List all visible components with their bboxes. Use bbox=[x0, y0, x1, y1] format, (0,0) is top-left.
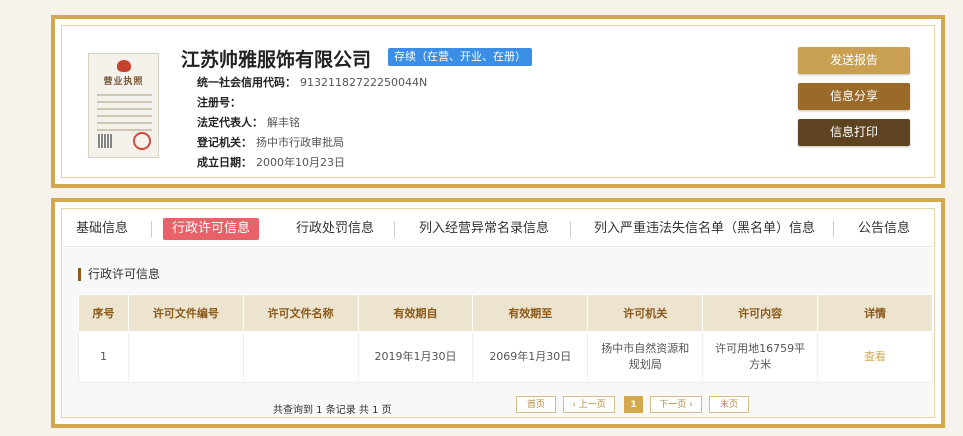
share-info-button[interactable]: 信息分享 bbox=[798, 83, 910, 110]
reg-number-label: 注册号： bbox=[197, 96, 241, 109]
col-header-doc-number: 许可文件编号 bbox=[127, 294, 244, 332]
license-text-lines bbox=[97, 94, 152, 136]
status-badge: 存续（在营、开业、在册） bbox=[388, 48, 532, 66]
cell-details: 查看 bbox=[817, 331, 933, 383]
send-report-button[interactable]: 发送报告 bbox=[798, 47, 910, 74]
table-header-row: 序号 许可文件编号 许可文件名称 有效期自 有效期至 许可机关 许可内容 详情 bbox=[78, 294, 933, 332]
national-emblem-icon bbox=[117, 60, 131, 72]
license-table: 序号 许可文件编号 许可文件名称 有效期自 有效期至 许可机关 许可内容 详情 … bbox=[78, 294, 933, 383]
tab-abnormal-list[interactable]: 列入经营异常名录信息 bbox=[410, 218, 558, 240]
qr-code-icon bbox=[98, 134, 112, 148]
company-name: 江苏帅雅服饰有限公司 bbox=[181, 49, 372, 71]
tab-divider bbox=[394, 221, 395, 237]
last-page-button[interactable]: 末页 bbox=[709, 396, 749, 413]
business-license-image[interactable]: 营业执照 bbox=[88, 53, 159, 158]
info-row-founded: 成立日期： 2000年10月23日 bbox=[197, 154, 345, 170]
info-row-reg-number: 注册号： bbox=[197, 94, 245, 110]
tab-basic-info[interactable]: 基础信息 bbox=[67, 218, 137, 240]
license-title: 营业执照 bbox=[103, 77, 144, 87]
record-count: 共查询到 1 条记录 共 1 页 bbox=[273, 405, 392, 416]
tab-blacklist[interactable]: 列入严重违法失信名单（黑名单）信息 bbox=[585, 218, 824, 240]
col-header-details: 详情 bbox=[817, 294, 933, 332]
first-page-button[interactable]: 首页 bbox=[516, 396, 556, 413]
tab-divider bbox=[151, 221, 152, 237]
info-row-legal-rep: 法定代表人： 解丰铭 bbox=[197, 114, 300, 130]
info-row-credit-code: 统一社会信用代码： 91321182722250044N bbox=[197, 74, 427, 90]
section-title: 行政许可信息 bbox=[78, 268, 160, 281]
current-page-button[interactable]: 1 bbox=[624, 396, 643, 413]
credit-code-label: 统一社会信用代码： bbox=[197, 76, 296, 89]
content-text: 许可用地16759平方米 bbox=[715, 342, 806, 371]
tab-admin-license[interactable]: 行政许可信息 bbox=[163, 218, 260, 240]
print-info-button[interactable]: 信息打印 bbox=[798, 119, 910, 146]
col-header-doc-name: 许可文件名称 bbox=[242, 294, 359, 332]
cell-authority: 扬中市自然资源和规划局 bbox=[587, 331, 704, 383]
tab-divider bbox=[570, 221, 571, 237]
legal-rep-label: 法定代表人： bbox=[197, 116, 263, 129]
company-info-card: 营业执照 江苏帅雅服饰有限公司 存续（在营、开业、在册） 统一社会信用代码： 91… bbox=[51, 15, 945, 188]
founded-value: 2000年10月23日 bbox=[256, 156, 345, 169]
official-seal-icon bbox=[133, 132, 151, 150]
prev-page-button[interactable]: ‹ 上一页 bbox=[563, 396, 615, 413]
authority-label: 登记机关： bbox=[197, 136, 252, 149]
col-header-index: 序号 bbox=[78, 294, 129, 332]
founded-label: 成立日期： bbox=[197, 156, 252, 169]
table-row: 1 2019年1月30日 2069年1月30日 扬中市自然资源和规划局 许可用地… bbox=[78, 331, 933, 383]
col-header-content: 许可内容 bbox=[702, 294, 819, 332]
tab-bar: 基础信息 行政许可信息 行政处罚信息 列入经营异常名录信息 列入严重违法失信名单… bbox=[63, 212, 933, 247]
col-header-authority: 许可机关 bbox=[587, 294, 704, 332]
cell-doc-number bbox=[127, 331, 244, 383]
col-header-valid-from: 有效期自 bbox=[357, 294, 474, 332]
credit-code-value: 91321182722250044N bbox=[300, 76, 428, 89]
cell-content: 许可用地16759平方米 bbox=[702, 331, 819, 383]
cell-doc-name bbox=[242, 331, 359, 383]
tab-admin-penalty[interactable]: 行政处罚信息 bbox=[287, 218, 383, 240]
authority-text: 扬中市自然资源和规划局 bbox=[601, 342, 690, 371]
cell-valid-from: 2019年1月30日 bbox=[357, 331, 474, 383]
next-page-button[interactable]: 下一页 › bbox=[650, 396, 702, 413]
legal-rep-value: 解丰铭 bbox=[267, 116, 300, 129]
authority-value: 扬中市行政审批局 bbox=[256, 136, 344, 149]
details-card: 基础信息 行政许可信息 行政处罚信息 列入经营异常名录信息 列入严重违法失信名单… bbox=[51, 198, 945, 428]
info-row-authority: 登记机关： 扬中市行政审批局 bbox=[197, 134, 344, 150]
cell-valid-to: 2069年1月30日 bbox=[472, 331, 589, 383]
license-section: 行政许可信息 序号 许可文件编号 许可文件名称 有效期自 有效期至 许可机关 许… bbox=[63, 248, 933, 416]
cell-index: 1 bbox=[78, 331, 129, 383]
tab-announcement[interactable]: 公告信息 bbox=[849, 218, 919, 240]
view-details-link[interactable]: 查看 bbox=[864, 350, 886, 363]
col-header-valid-to: 有效期至 bbox=[472, 294, 589, 332]
tab-divider bbox=[833, 221, 834, 237]
